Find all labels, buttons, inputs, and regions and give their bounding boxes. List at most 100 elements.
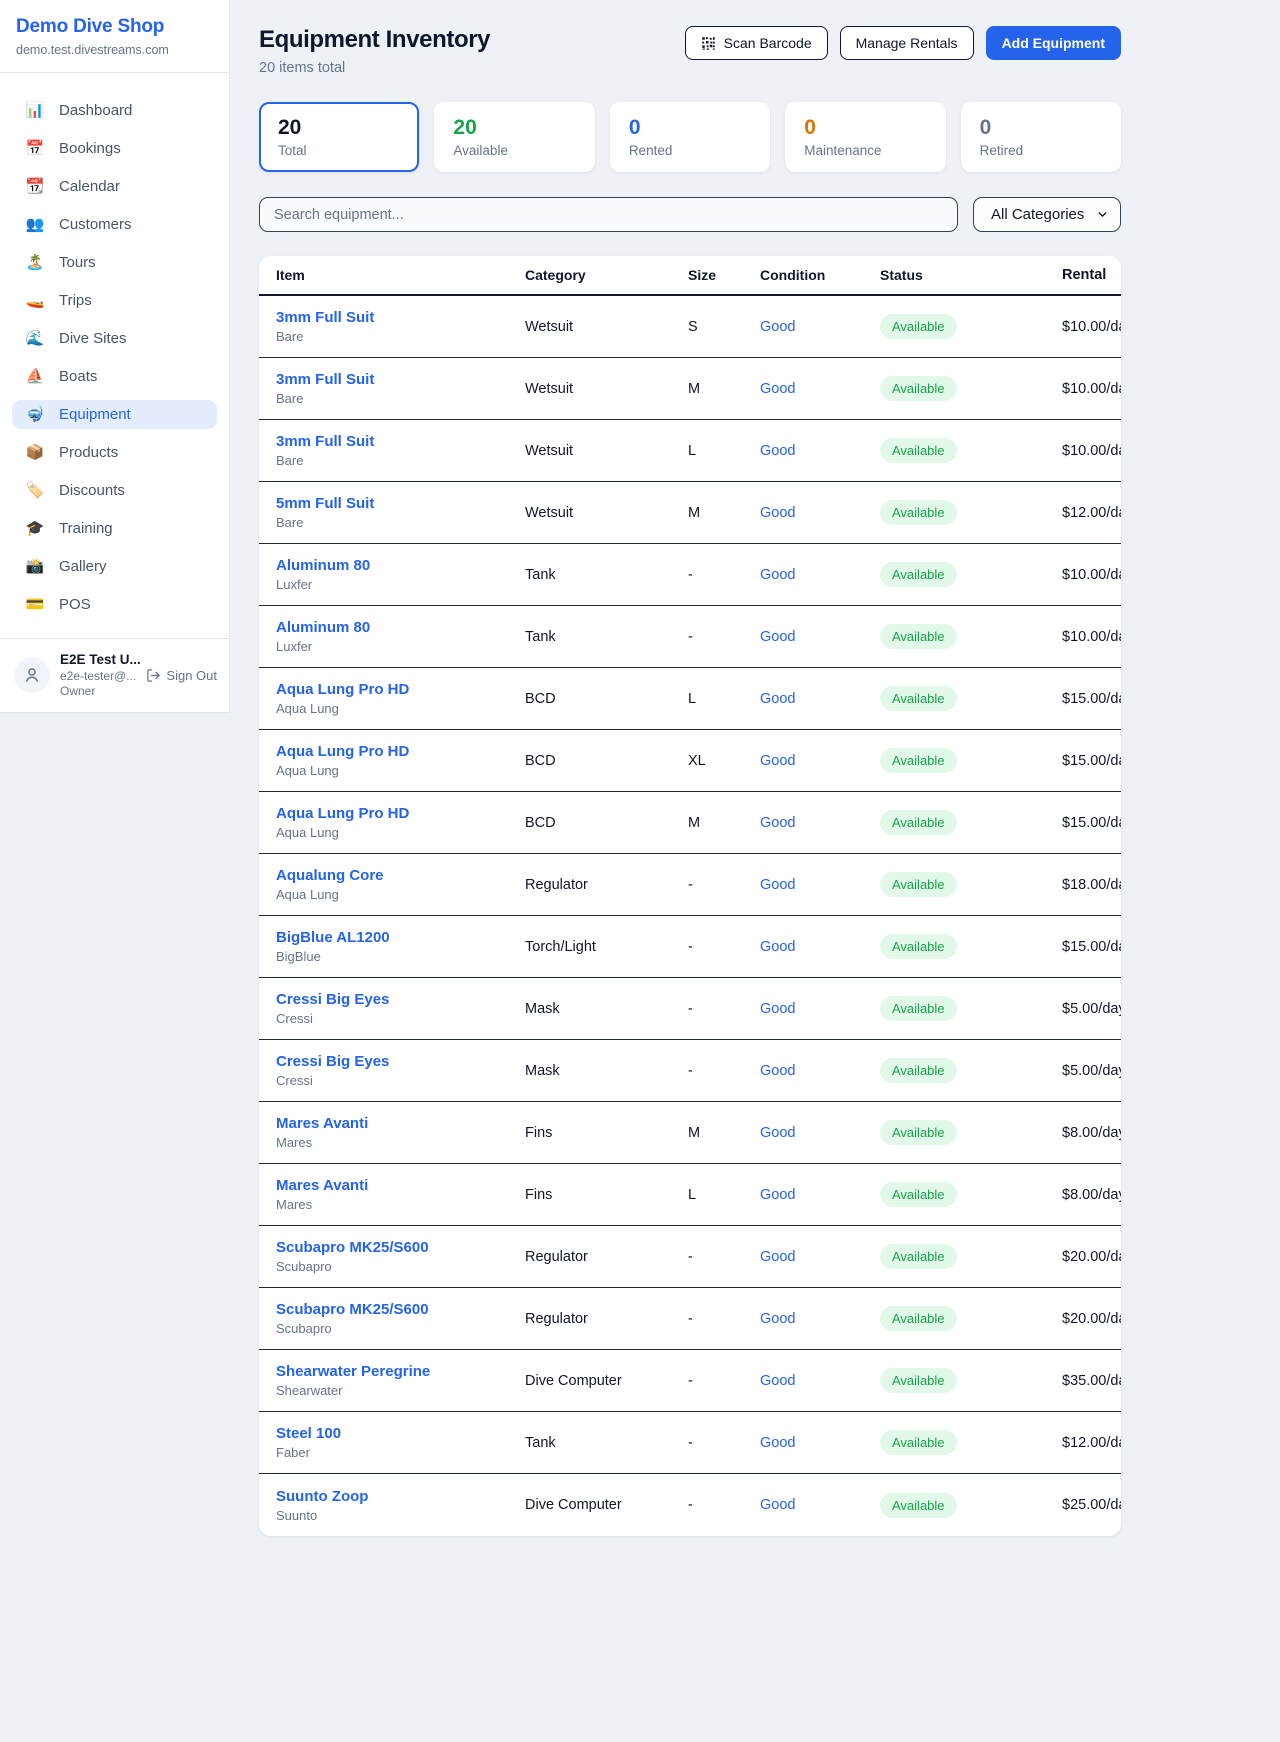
- condition-link[interactable]: Good: [760, 1373, 795, 1389]
- item-name-link[interactable]: Aqua Lung Pro HD: [276, 743, 525, 760]
- user-panel: E2E Test U... e2e-tester@... Owner Sign …: [0, 638, 229, 712]
- scan-barcode-button[interactable]: Scan Barcode: [685, 26, 828, 60]
- sidebar-item-customers[interactable]: 👥 Customers: [12, 210, 217, 239]
- sidebar-item-gallery[interactable]: 📸 Gallery: [12, 552, 217, 581]
- avatar: [14, 657, 50, 693]
- item-name-link[interactable]: Aqua Lung Pro HD: [276, 805, 525, 822]
- item-category: Fins: [525, 1187, 688, 1203]
- table-row: Mares Avanti Mares Fins M Good Available…: [259, 1102, 1121, 1164]
- item-size: -: [688, 567, 760, 583]
- condition-link[interactable]: Good: [760, 1187, 795, 1203]
- package-icon: 📦: [24, 445, 46, 460]
- condition-link[interactable]: Good: [760, 1125, 795, 1141]
- sidebar-item-pos[interactable]: 💳 POS: [12, 590, 217, 619]
- item-name-link[interactable]: Scubapro MK25/S600: [276, 1239, 525, 1256]
- sidebar-item-dashboard[interactable]: 📊 Dashboard: [12, 96, 217, 125]
- condition-link[interactable]: Good: [760, 629, 795, 645]
- item-name-link[interactable]: 3mm Full Suit: [276, 433, 525, 450]
- sign-out-button[interactable]: Sign Out: [146, 668, 217, 683]
- item-name-link[interactable]: BigBlue AL1200: [276, 929, 525, 946]
- item-name-link[interactable]: Cressi Big Eyes: [276, 991, 525, 1008]
- sidebar-item-tours[interactable]: 🏝️ Tours: [12, 248, 217, 277]
- sidebar-item-bookings[interactable]: 📅 Bookings: [12, 134, 217, 163]
- condition-link[interactable]: Good: [760, 1063, 795, 1079]
- item-name-link[interactable]: Suunto Zoop: [276, 1488, 525, 1505]
- condition-link[interactable]: Good: [760, 1311, 795, 1327]
- item-size: L: [688, 1187, 760, 1203]
- manage-rentals-button[interactable]: Manage Rentals: [840, 26, 974, 60]
- search-input[interactable]: [259, 197, 958, 232]
- column-header-size: Size: [688, 267, 760, 283]
- item-category: Tank: [525, 629, 688, 645]
- sidebar-item-label: Gallery: [59, 558, 107, 575]
- condition-link[interactable]: Good: [760, 815, 795, 831]
- people-icon: 👥: [24, 217, 46, 232]
- items-total-count: 20 items total: [259, 60, 490, 76]
- condition-link[interactable]: Good: [760, 691, 795, 707]
- stat-value: 0: [804, 116, 926, 140]
- sidebar-item-label: Calendar: [59, 178, 120, 195]
- condition-link[interactable]: Good: [760, 1249, 795, 1265]
- rental-price: $25.00/day: [1062, 1497, 1121, 1513]
- stat-value: 0: [629, 116, 751, 140]
- stat-card-retired[interactable]: 0 Retired: [961, 102, 1121, 172]
- sidebar-item-training[interactable]: 🎓 Training: [12, 514, 217, 543]
- item-category: Dive Computer: [525, 1373, 688, 1389]
- column-header-status: Status: [880, 267, 1062, 283]
- stat-card-maintenance[interactable]: 0 Maintenance: [785, 102, 945, 172]
- status-badge: Available: [880, 1182, 957, 1207]
- sidebar-item-dive-sites[interactable]: 🌊 Dive Sites: [12, 324, 217, 353]
- item-name-link[interactable]: Aqua Lung Pro HD: [276, 681, 525, 698]
- condition-link[interactable]: Good: [760, 381, 795, 397]
- item-name-link[interactable]: Scubapro MK25/S600: [276, 1301, 525, 1318]
- condition-link[interactable]: Good: [760, 319, 795, 335]
- sidebar-item-calendar[interactable]: 📆 Calendar: [12, 172, 217, 201]
- user-email: e2e-tester@...: [60, 669, 136, 684]
- item-size: M: [688, 815, 760, 831]
- stat-cards: 20 Total 20 Available 0 Rented 0 Mainten…: [259, 102, 1121, 172]
- tag-icon: 🏷️: [24, 483, 46, 498]
- item-name-link[interactable]: Aluminum 80: [276, 557, 525, 574]
- item-name-link[interactable]: Steel 100: [276, 1425, 525, 1442]
- status-badge: Available: [880, 748, 957, 773]
- status-badge: Available: [880, 1493, 957, 1518]
- item-name-link[interactable]: 3mm Full Suit: [276, 309, 525, 326]
- condition-link[interactable]: Good: [760, 505, 795, 521]
- category-select[interactable]: All Categories: [973, 197, 1121, 232]
- condition-link[interactable]: Good: [760, 1497, 795, 1513]
- graduation-cap-icon: 🎓: [24, 521, 46, 536]
- condition-link[interactable]: Good: [760, 443, 795, 459]
- stat-card-available[interactable]: 20 Available: [434, 102, 594, 172]
- item-size: M: [688, 505, 760, 521]
- item-name-link[interactable]: 3mm Full Suit: [276, 371, 525, 388]
- sidebar-item-label: Products: [59, 444, 118, 461]
- condition-link[interactable]: Good: [760, 877, 795, 893]
- condition-link[interactable]: Good: [760, 1001, 795, 1017]
- status-badge: Available: [880, 562, 957, 587]
- add-equipment-button[interactable]: Add Equipment: [986, 26, 1121, 60]
- item-name-link[interactable]: Mares Avanti: [276, 1177, 525, 1194]
- status-badge: Available: [880, 376, 957, 401]
- item-name-link[interactable]: Aluminum 80: [276, 619, 525, 636]
- condition-link[interactable]: Good: [760, 939, 795, 955]
- sidebar-item-discounts[interactable]: 🏷️ Discounts: [12, 476, 217, 505]
- stat-card-total[interactable]: 20 Total: [259, 102, 419, 172]
- item-name-link[interactable]: Shearwater Peregrine: [276, 1363, 525, 1380]
- condition-link[interactable]: Good: [760, 567, 795, 583]
- user-role: Owner: [60, 684, 136, 699]
- item-category: Mask: [525, 1063, 688, 1079]
- item-category: Wetsuit: [525, 381, 688, 397]
- sidebar-item-equipment[interactable]: 🤿 Equipment: [12, 400, 217, 429]
- sidebar-item-boats[interactable]: ⛵ Boats: [12, 362, 217, 391]
- item-brand: Aqua Lung: [276, 763, 525, 778]
- item-name-link[interactable]: Cressi Big Eyes: [276, 1053, 525, 1070]
- condition-link[interactable]: Good: [760, 1435, 795, 1451]
- page-header: Equipment Inventory 20 items total: [259, 26, 1121, 76]
- item-name-link[interactable]: 5mm Full Suit: [276, 495, 525, 512]
- stat-card-rented[interactable]: 0 Rented: [610, 102, 770, 172]
- sidebar-item-products[interactable]: 📦 Products: [12, 438, 217, 467]
- item-name-link[interactable]: Mares Avanti: [276, 1115, 525, 1132]
- condition-link[interactable]: Good: [760, 753, 795, 769]
- sidebar-item-trips[interactable]: 🚤 Trips: [12, 286, 217, 315]
- item-name-link[interactable]: Aqualung Core: [276, 867, 525, 884]
